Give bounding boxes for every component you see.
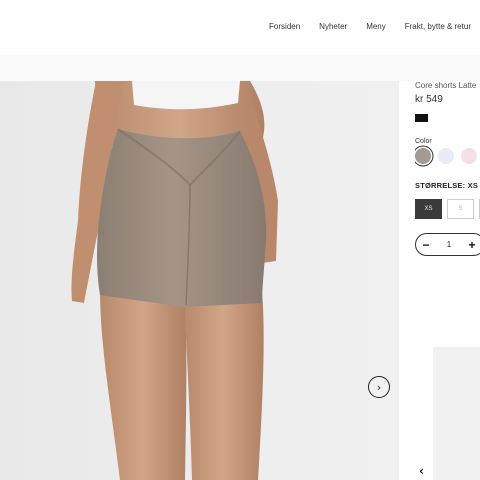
chevron-right-icon: › [376, 380, 382, 394]
next-image-button[interactable]: › [368, 376, 390, 398]
main-nav: Forsiden Nyheter Meny Frakt, bytte & ret… [269, 22, 480, 31]
color-swatch[interactable] [415, 148, 431, 164]
product-title: Core shorts Latte [415, 81, 477, 90]
size-label: STØRRELSE: XS [415, 181, 479, 190]
nav-link-frakt-bytte-retur[interactable]: Frakt, bytte & retur [405, 22, 471, 31]
header-spacer [0, 55, 480, 81]
color-label: Color [415, 138, 432, 145]
color-swatches [415, 148, 480, 164]
size-option[interactable]: XS [415, 199, 442, 219]
color-swatch[interactable] [438, 148, 454, 164]
nav-link-forsiden[interactable]: Forsiden [269, 22, 300, 31]
quantity-value: 1 [446, 240, 452, 249]
plus-icon[interactable]: + [462, 238, 480, 252]
product-image[interactable]: › [0, 81, 399, 480]
size-options: XS S [415, 199, 480, 219]
color-swatch[interactable] [461, 148, 477, 164]
minus-icon[interactable]: − [416, 238, 436, 252]
nav-link-meny[interactable]: Meny [366, 22, 386, 31]
site-header: Forsiden Nyheter Meny Frakt, bytte & ret… [0, 0, 480, 55]
size-option[interactable]: S [447, 199, 474, 219]
quantity-stepper: − 1 + [415, 233, 480, 256]
product-price: kr 549 [415, 94, 443, 105]
nav-link-nyheter[interactable]: Nyheter [319, 22, 347, 31]
chevron-left-icon[interactable]: ‹ [419, 465, 424, 477]
product-thumbnail[interactable] [433, 347, 480, 480]
product-photo-illustration [0, 81, 399, 480]
product-badge [415, 114, 428, 122]
